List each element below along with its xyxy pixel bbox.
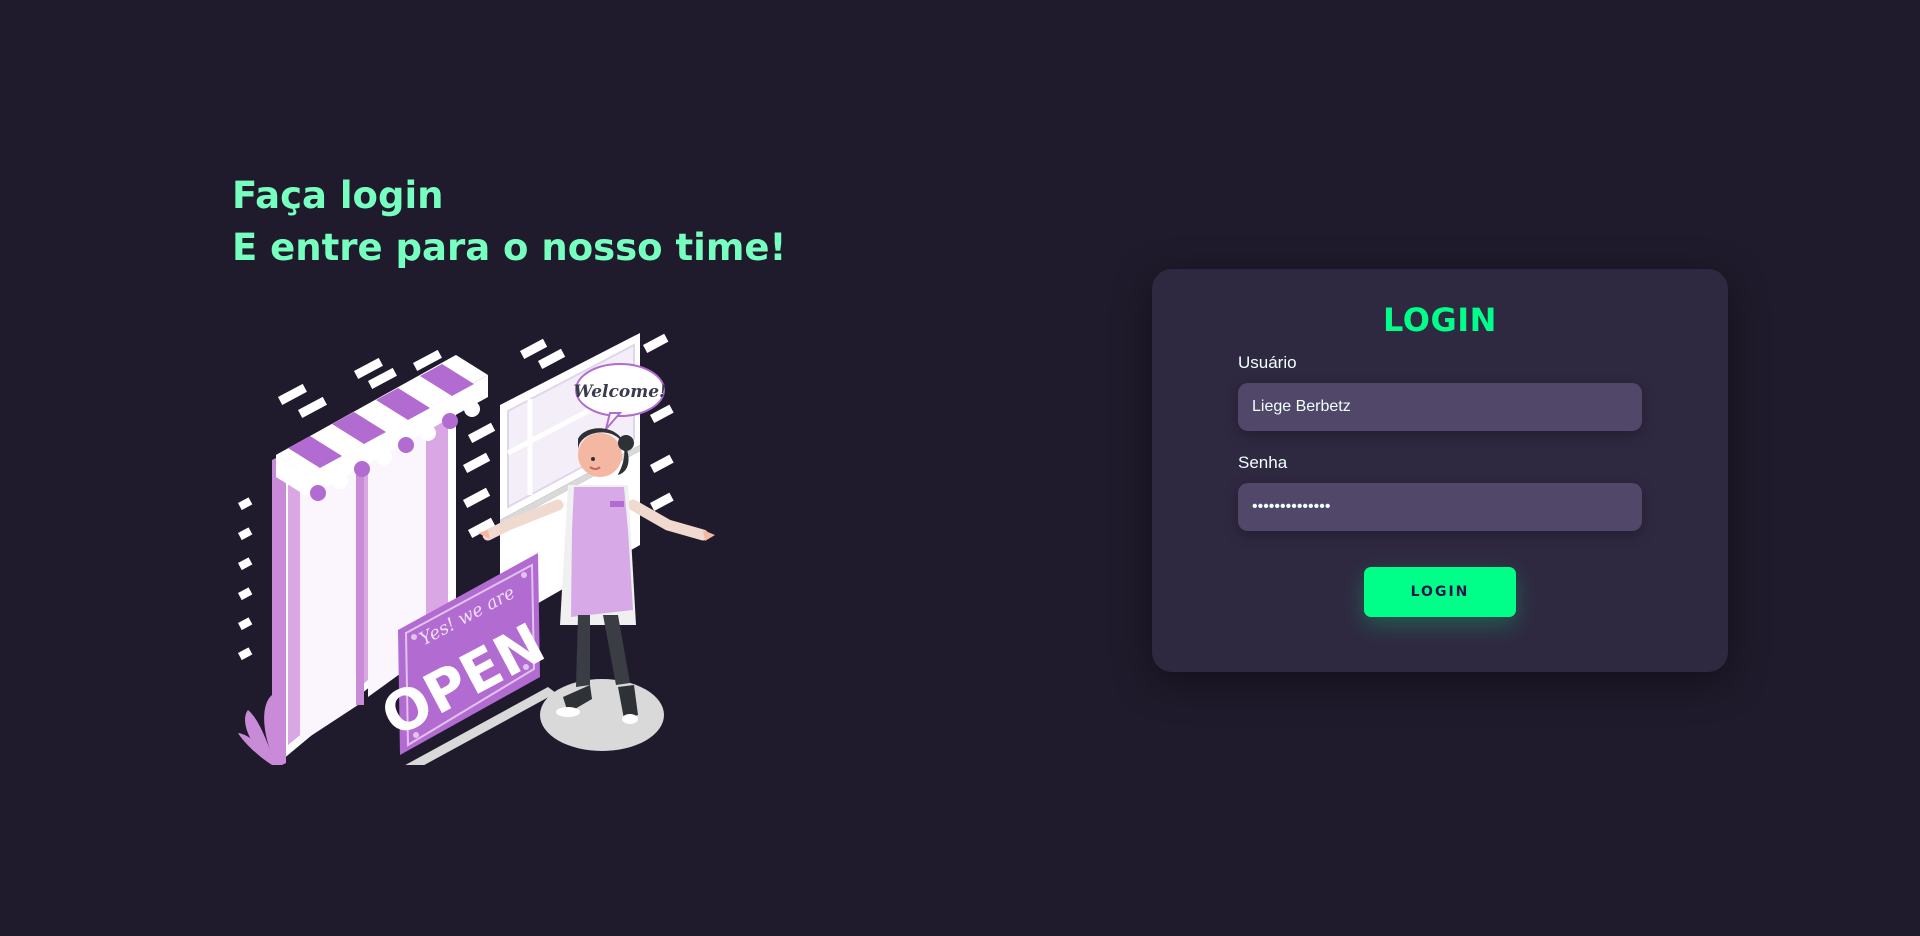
speech-bubble-text: Welcome!: [574, 382, 667, 402]
login-button[interactable]: LOGIN: [1364, 567, 1516, 617]
password-input[interactable]: [1238, 483, 1642, 531]
login-page: Faça login E entre para o nosso time! Ye…: [0, 0, 1920, 936]
plant: [238, 695, 280, 765]
login-title: LOGIN: [1383, 301, 1497, 339]
password-label: Senha: [1238, 453, 1288, 472]
shop-welcome-illustration: Yes! we are OPEN Welcome!: [238, 333, 715, 765]
login-card: LOGIN Usuário Senha LOGIN: [1152, 269, 1728, 672]
username-input[interactable]: [1238, 383, 1642, 431]
username-label: Usuário: [1238, 353, 1297, 372]
hero-line-2: E entre para o nosso time!: [232, 226, 787, 269]
hero-line-1: Faça login: [232, 174, 444, 217]
hero-headline: Faça login E entre para o nosso time!: [232, 170, 786, 274]
